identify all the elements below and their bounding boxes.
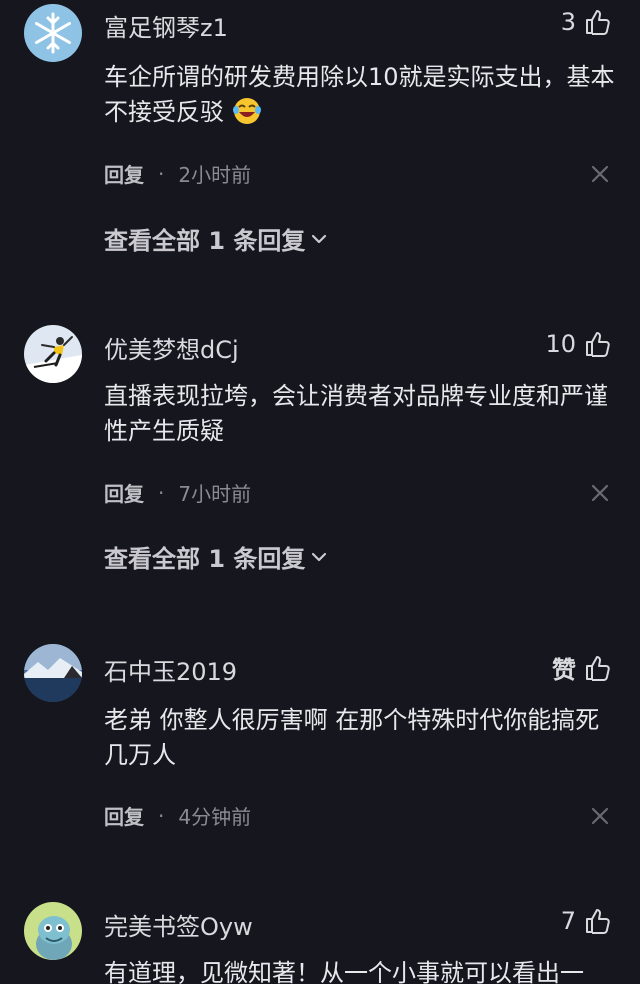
- cartoon-avatar-icon: [24, 902, 82, 960]
- like-button[interactable]: 10: [545, 330, 612, 358]
- thumbs-up-icon: [586, 655, 610, 681]
- comment-item: 石中玉2019 赞 老弟 你整人很厉害啊 在那个特殊时代你能搞死几万人 回复 ·…: [0, 640, 640, 880]
- snowflake-avatar-icon: [24, 4, 82, 62]
- like-button[interactable]: 3: [561, 8, 612, 36]
- like-button[interactable]: 7: [561, 907, 612, 935]
- view-replies-button[interactable]: 查看全部 1 条回复: [104, 221, 329, 256]
- thumbs-up-icon: [586, 332, 610, 357]
- reply-button[interactable]: 回复: [104, 478, 144, 507]
- comment-meta: 回复 · 4分钟前: [104, 801, 251, 830]
- chevron-down-icon: [312, 234, 327, 243]
- lake-avatar-icon: [24, 644, 82, 702]
- comment-list: 富足钢琴z1 3 车企所谓的研发费用除以10就是实际支出，基本不接受反驳 回复 …: [0, 0, 640, 984]
- close-icon[interactable]: [590, 483, 610, 503]
- comment-text: 车企所谓的研发费用除以10就是实际支出，基本不接受反驳: [104, 60, 620, 130]
- username[interactable]: 富足钢琴z1: [104, 8, 228, 43]
- comment-meta: 回复 · 2小时前: [104, 159, 251, 188]
- username[interactable]: 石中玉2019: [104, 652, 237, 687]
- skier-avatar-icon: [24, 325, 82, 383]
- thumbs-up-icon: [586, 909, 610, 934]
- avatar[interactable]: [24, 325, 82, 383]
- separator-dot: ·: [158, 480, 165, 505]
- laughing-crying-emoji-icon: [232, 98, 261, 124]
- like-count: 7: [560, 907, 576, 935]
- chevron-down-icon: [312, 552, 327, 561]
- comment-item: 优美梦想dCj 10 直播表现拉垮，会让消费者对品牌专业度和严谨性产生质疑 回复…: [0, 320, 640, 620]
- like-button[interactable]: 赞: [552, 650, 612, 685]
- avatar[interactable]: [24, 644, 82, 702]
- like-count: 10: [545, 330, 576, 358]
- view-replies-label: 查看全部 1 条回复: [104, 545, 306, 573]
- like-count: 3: [560, 8, 576, 36]
- comment-item: 完美书签Oyw 7 有道理，见微知著！从一个小事就可以看出一: [0, 900, 640, 984]
- comment-text-content: 车企所谓的研发费用除以10就是实际支出，基本不接受反驳: [104, 63, 615, 126]
- comment-text: 老弟 你整人很厉害啊 在那个特殊时代你能搞死几万人: [104, 706, 600, 769]
- separator-dot: ·: [158, 161, 165, 186]
- timestamp: 2小时前: [178, 163, 252, 187]
- view-replies-button[interactable]: 查看全部 1 条回复: [104, 539, 329, 574]
- view-replies-label: 查看全部 1 条回复: [104, 227, 306, 255]
- comment-item: 富足钢琴z1 3 车企所谓的研发费用除以10就是实际支出，基本不接受反驳 回复 …: [0, 0, 640, 300]
- username[interactable]: 优美梦想dCj: [104, 330, 239, 365]
- comment-text: 直播表现拉垮，会让消费者对品牌专业度和严谨性产生质疑: [104, 382, 608, 445]
- close-icon[interactable]: [590, 806, 610, 826]
- avatar[interactable]: [24, 902, 82, 960]
- timestamp: 7小时前: [178, 482, 252, 506]
- thumbs-up-icon: [586, 10, 610, 35]
- separator-dot: ·: [158, 803, 165, 828]
- reply-button[interactable]: 回复: [104, 159, 144, 188]
- comment-meta: 回复 · 7小时前: [104, 478, 251, 507]
- comment-text: 有道理，见微知著！从一个小事就可以看出一: [104, 959, 584, 984]
- reply-button[interactable]: 回复: [104, 801, 144, 830]
- avatar[interactable]: [24, 4, 82, 62]
- username[interactable]: 完美书签Oyw: [104, 907, 253, 942]
- close-icon[interactable]: [590, 164, 610, 184]
- like-count: 赞: [552, 656, 576, 684]
- timestamp: 4分钟前: [178, 805, 252, 829]
